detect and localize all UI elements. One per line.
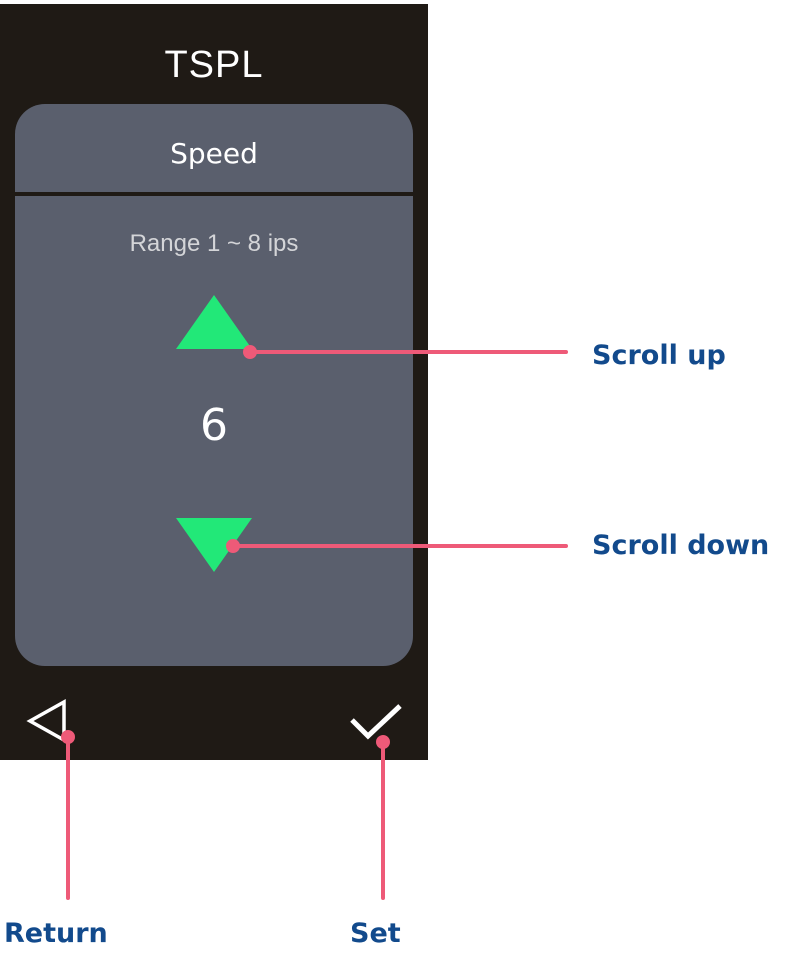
callout-label-scroll-down: Scroll down [592, 530, 770, 561]
range-text: Range 1 ~ 8 ips [129, 230, 299, 257]
set-button[interactable] [346, 702, 406, 742]
triangle-up-icon [176, 295, 252, 349]
triangle-down-icon [176, 518, 252, 572]
callout-label-scroll-up: Scroll up [592, 340, 726, 371]
speed-value: 6 [200, 400, 228, 451]
scroll-up-button[interactable] [174, 293, 254, 349]
checkmark-icon [350, 704, 402, 740]
device-screen: TSPL Speed Range 1 ~ 8 ips 6 [0, 4, 428, 760]
speed-setting-card: Speed Range 1 ~ 8 ips 6 [15, 104, 413, 666]
callout-label-set: Set [350, 918, 401, 949]
card-header-title: Speed [170, 137, 258, 170]
return-button[interactable] [24, 696, 72, 746]
triangle-left-outline-icon [26, 699, 66, 743]
card-divider [15, 192, 413, 196]
callout-label-return: Return [4, 918, 108, 949]
scroll-down-button[interactable] [174, 518, 254, 574]
screen-title: TSPL [164, 44, 264, 86]
